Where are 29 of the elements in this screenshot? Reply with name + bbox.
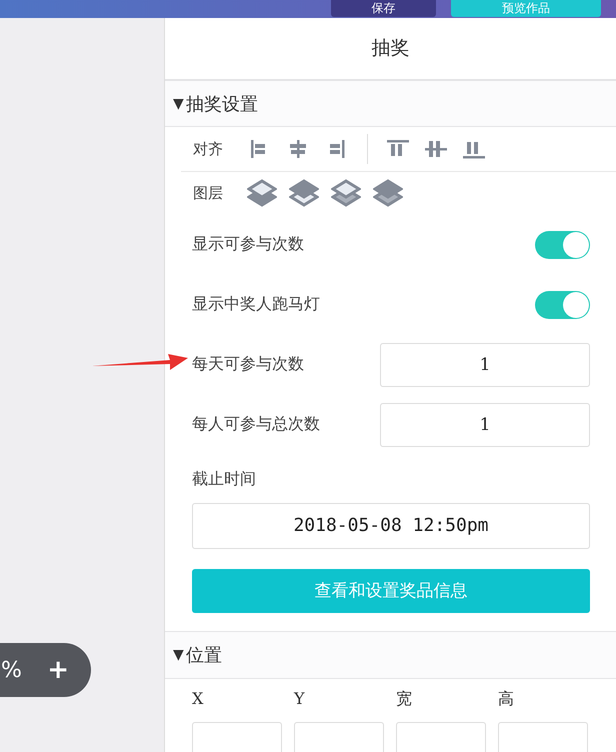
deadline-label: 截止时间 xyxy=(192,468,257,490)
layer-send-back-icon[interactable] xyxy=(373,179,403,208)
date-field[interactable]: 2018-05-08 12:50pm xyxy=(192,502,590,549)
layer-bring-forward-icon[interactable] xyxy=(289,179,319,208)
save-button[interactable]: 保存 xyxy=(331,0,436,17)
section-header[interactable]: ▼位置 xyxy=(165,632,616,679)
position-label: 宽 xyxy=(396,689,413,710)
number-field[interactable]: 1 xyxy=(380,402,590,447)
setting-label: 每人可参与总次数 xyxy=(192,414,320,436)
setting-label: 每天可参与次数 xyxy=(192,354,304,376)
layer-label: 图层 xyxy=(193,184,223,203)
align-label: 对齐 xyxy=(193,140,223,159)
position-label: Y xyxy=(294,689,306,710)
toggle-switch[interactable] xyxy=(535,230,590,259)
position-field[interactable] xyxy=(192,722,282,752)
position-label: X xyxy=(192,689,204,710)
layer-bring-front-icon[interactable] xyxy=(247,179,277,208)
setting-label: 显示可参与次数 xyxy=(192,234,304,256)
position-field[interactable] xyxy=(294,722,384,752)
number-field[interactable]: 1 xyxy=(380,342,590,387)
section-header[interactable]: ▼抽奖设置 xyxy=(165,80,616,128)
position-field[interactable] xyxy=(396,722,486,752)
zoom-reading: % xyxy=(1,658,22,682)
position-field[interactable] xyxy=(498,722,588,752)
layer-send-backward-icon[interactable] xyxy=(331,179,361,208)
position-label: 高 xyxy=(498,689,515,710)
zoom-in-button[interactable]: + xyxy=(47,655,69,685)
setting-label: 显示中奖人跑马灯 xyxy=(192,294,320,316)
toggle-switch[interactable] xyxy=(535,290,590,319)
